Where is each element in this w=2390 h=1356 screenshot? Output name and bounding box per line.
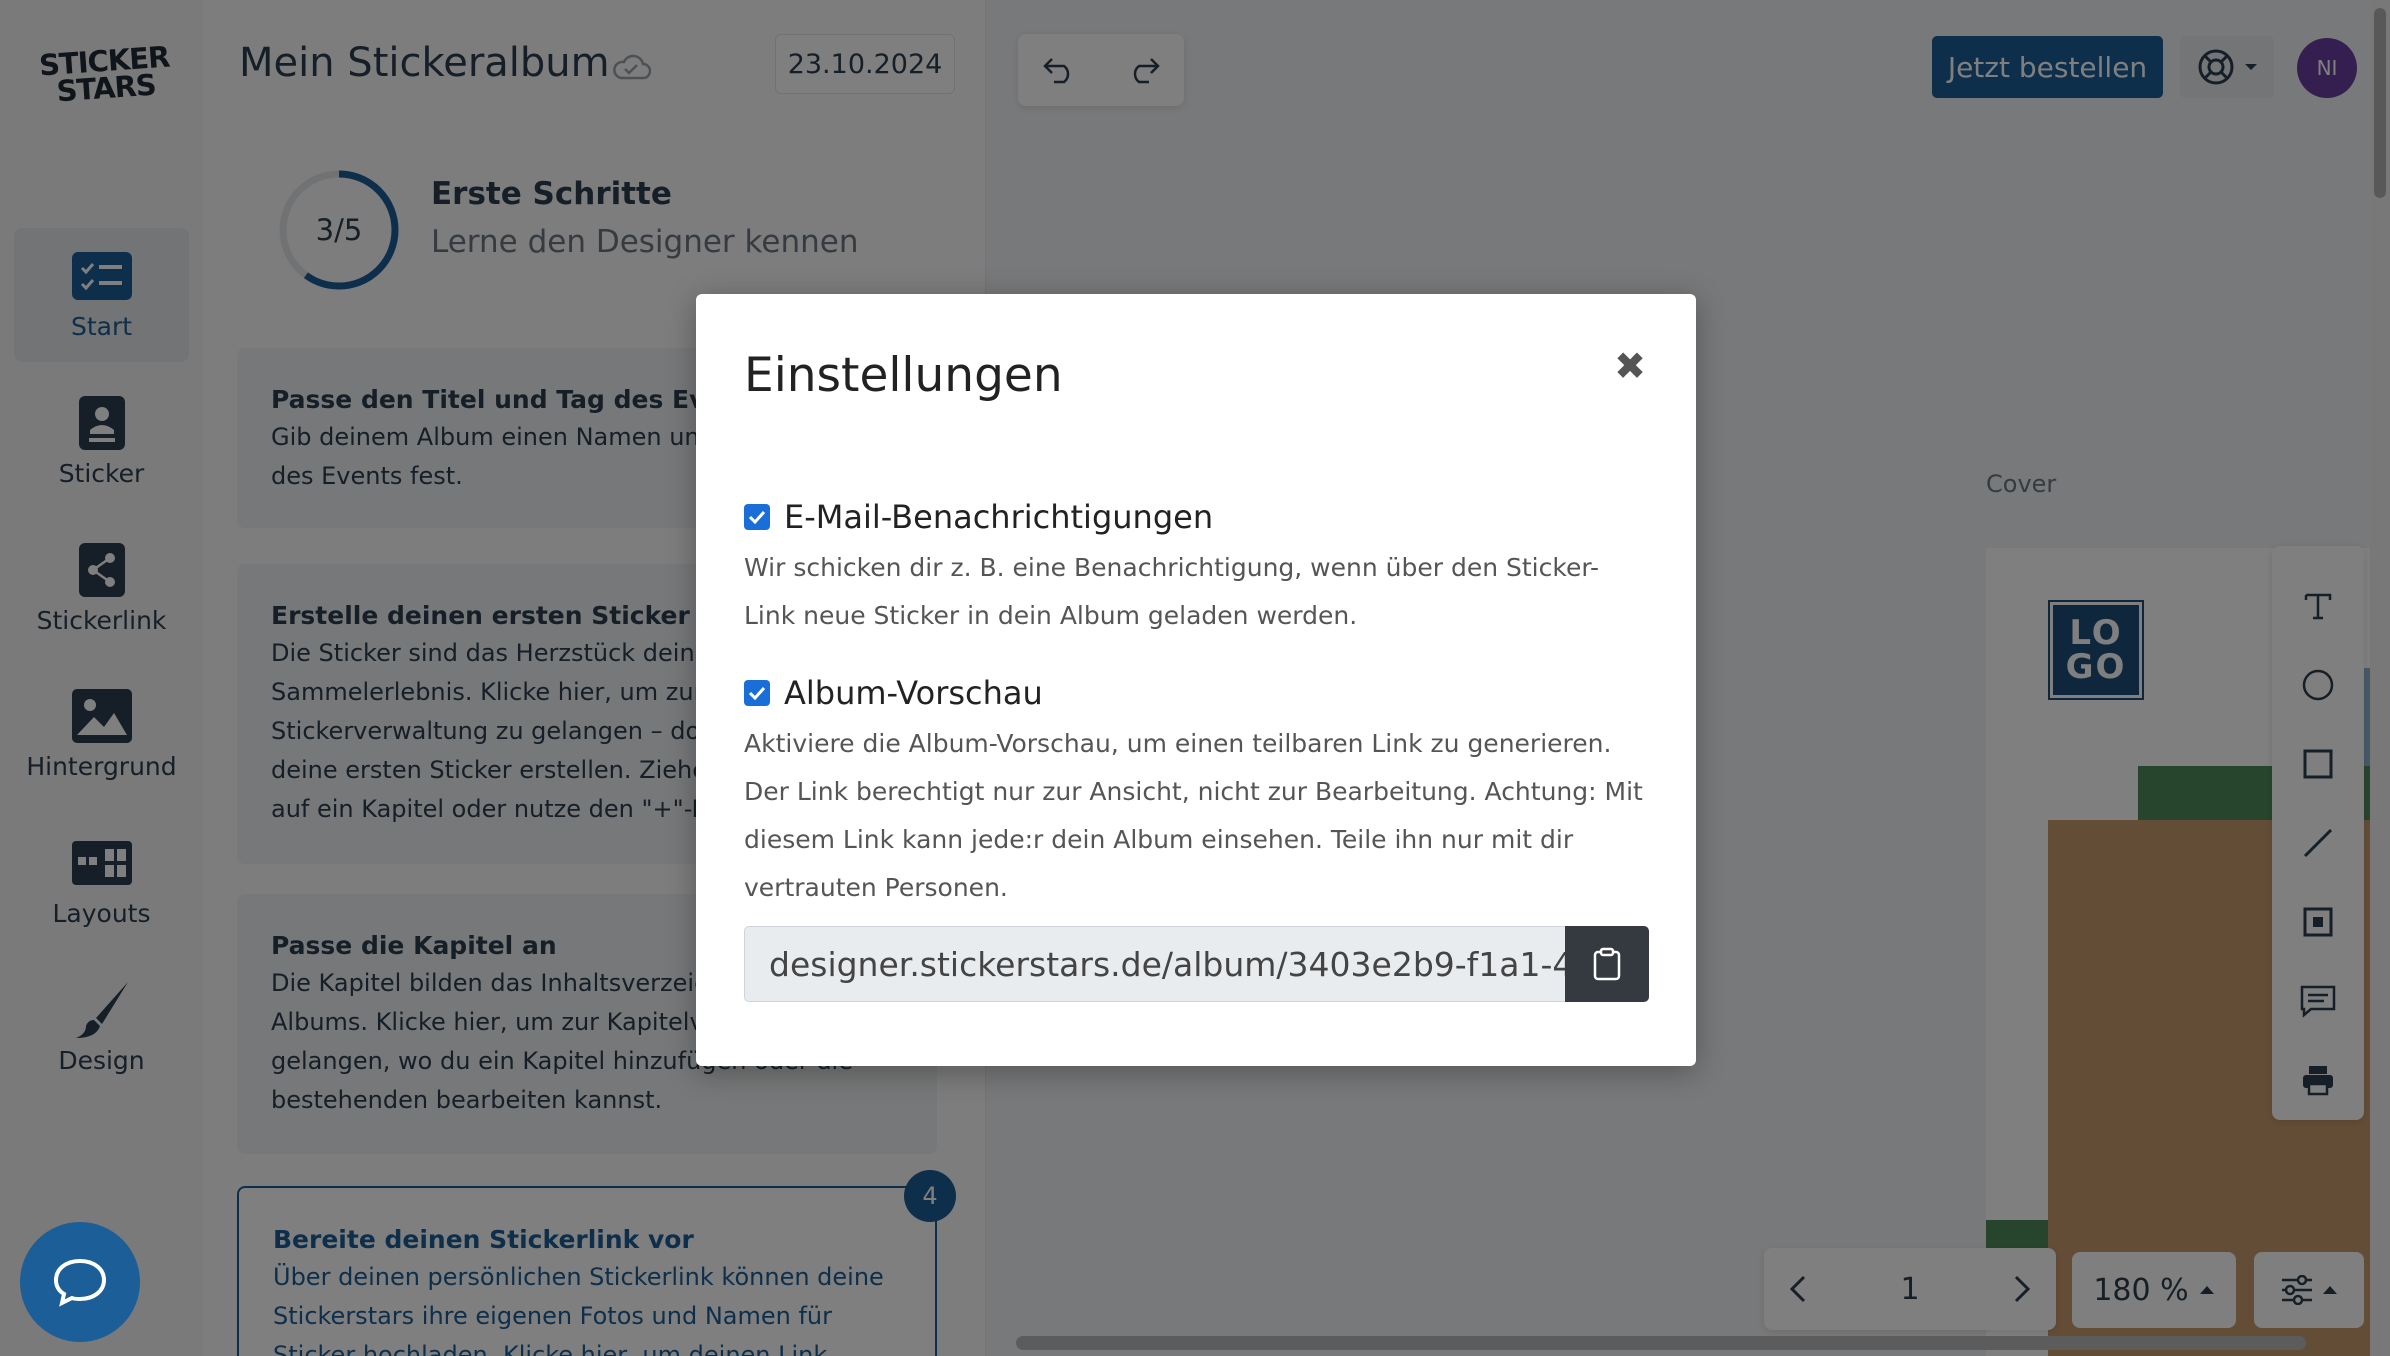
email-notifications-checkbox[interactable] (744, 504, 770, 530)
settings-modal: Einstellungen ✖ E-Mail-Benachrichtigunge… (696, 294, 1696, 1066)
chat-launcher-button[interactable] (20, 1222, 140, 1342)
album-preview-option[interactable]: Album-Vorschau (744, 674, 1043, 712)
preview-link-field[interactable]: designer.stickerstars.de/album/3403e2b9-… (744, 926, 1566, 1002)
check-icon (748, 686, 766, 700)
chat-bubble-icon (53, 1258, 107, 1307)
clipboard-icon (1593, 947, 1621, 981)
email-notifications-description: Wir schicken dir z. B. eine Benachrichti… (744, 553, 1600, 630)
check-icon (748, 510, 766, 524)
album-preview-label: Album-Vorschau (784, 674, 1043, 712)
close-icon: ✖ (1614, 344, 1646, 388)
copy-link-button[interactable] (1565, 926, 1649, 1002)
email-notifications-label: E-Mail-Benachrichtigungen (784, 498, 1214, 536)
email-notifications-option[interactable]: E-Mail-Benachrichtigungen (744, 498, 1213, 536)
album-preview-description: Aktiviere die Album-Vorschau, um einen t… (744, 729, 1643, 902)
close-button[interactable]: ✖ (1606, 342, 1654, 390)
album-preview-checkbox[interactable] (744, 680, 770, 706)
modal-title: Einstellungen (744, 348, 1063, 403)
